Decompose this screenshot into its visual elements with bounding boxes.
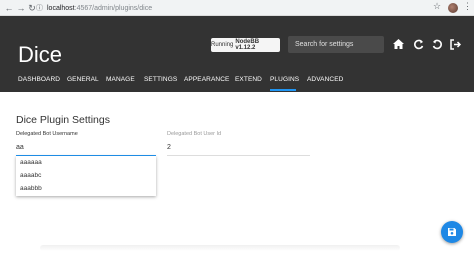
profile-avatar[interactable]: [448, 3, 458, 13]
autocomplete-option[interactable]: aaaaaa: [20, 159, 42, 166]
address-bar[interactable]: ⓘ localhost:4567/admin/plugins/dice: [36, 2, 426, 14]
search-placeholder: Search for settings: [295, 41, 354, 48]
autocomplete-dropdown: aaaaaa aaaabc aaabbb: [16, 156, 156, 196]
tab-extend[interactable]: EXTEND: [235, 76, 262, 83]
browser-toolbar: ← → ↻ ⓘ localhost:4567/admin/plugins/dic…: [0, 0, 474, 16]
version-prefix: Running: [211, 42, 234, 48]
url-host: localhost: [47, 4, 75, 12]
bookmark-star-icon[interactable]: ☆: [433, 1, 441, 12]
settings-heading: Dice Plugin Settings: [16, 114, 110, 126]
restart-icon[interactable]: [430, 36, 444, 52]
refresh-icon[interactable]: [411, 36, 425, 52]
panel-shadow: [40, 245, 400, 251]
home-icon[interactable]: [391, 36, 405, 52]
admin-header: Dice Running NodeBB v1.12.2 Search for s…: [0, 16, 474, 92]
save-icon: [448, 228, 456, 236]
version-badge: Running NodeBB v1.12.2: [211, 38, 280, 52]
back-arrow-icon[interactable]: ←: [3, 0, 15, 16]
tab-settings[interactable]: SETTINGS: [144, 76, 177, 83]
browser-menu-icon[interactable]: ⋮: [463, 1, 472, 12]
active-tab-indicator: [270, 89, 296, 91]
userid-label: Delegated Bot User Id: [167, 131, 222, 137]
autocomplete-option[interactable]: aaaabc: [20, 172, 41, 179]
tab-advanced[interactable]: ADVANCED: [307, 76, 343, 83]
page-title: Dice: [18, 42, 63, 67]
tab-appearance[interactable]: APPEARANCE: [184, 76, 229, 83]
userid-input-underline: [167, 155, 310, 156]
version-label: NodeBB v1.12.2: [235, 39, 260, 51]
logout-icon[interactable]: [448, 36, 462, 52]
tab-plugins[interactable]: PLUGINS: [270, 76, 299, 83]
tab-general[interactable]: GENERAL: [67, 76, 99, 83]
save-button[interactable]: [441, 221, 463, 243]
info-icon: ⓘ: [36, 5, 43, 12]
settings-search-input[interactable]: Search for settings: [288, 36, 384, 53]
tab-dashboard[interactable]: DASHBOARD: [18, 76, 60, 83]
admin-nav-tabs: DASHBOARD GENERAL MANAGE SETTINGS APPEAR…: [0, 74, 474, 92]
autocomplete-option[interactable]: aaabbb: [20, 185, 42, 192]
url-path: :4567/admin/plugins/dice: [74, 4, 153, 12]
tab-manage[interactable]: MANAGE: [106, 76, 135, 83]
userid-input[interactable]: 2: [167, 144, 171, 151]
username-input[interactable]: aa: [16, 144, 24, 151]
username-label: Delegated Bot Username: [16, 131, 78, 137]
